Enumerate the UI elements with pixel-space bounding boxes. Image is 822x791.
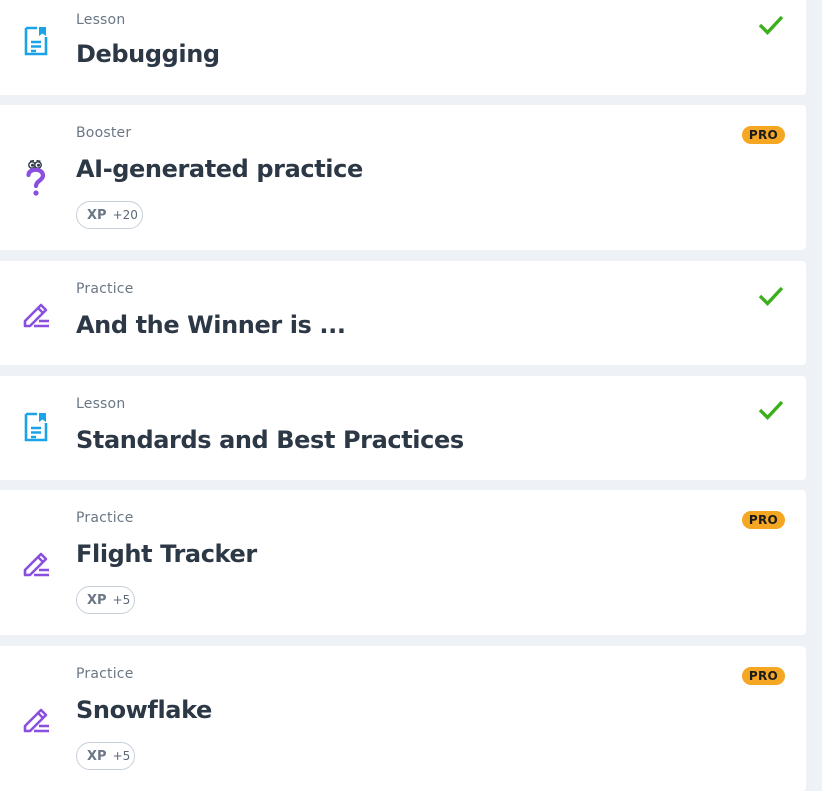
lesson-card-debugging[interactable]: Lesson Debugging [0,0,806,95]
lesson-doc-icon [20,410,52,444]
item-title[interactable]: AI-generated practice [76,155,363,183]
completed-check-icon [758,400,784,420]
xp-reward-pill: XP +20 [76,201,143,229]
item-type-label: Lesson [76,396,126,412]
pencil-icon [20,546,52,580]
item-type-label: Practice [76,666,134,682]
practice-card-snowflake[interactable]: Practice Snowflake XP +5 PRO [0,646,806,791]
xp-label: XP [87,592,107,608]
pencil-icon [20,297,52,331]
completed-check-icon [758,286,784,306]
item-type-label: Booster [76,125,132,141]
pro-badge: PRO [741,667,785,685]
item-title[interactable]: Debugging [76,40,220,68]
item-title[interactable]: Flight Tracker [76,540,257,568]
xp-label: XP [87,207,107,223]
item-title[interactable]: Standards and Best Practices [76,426,464,454]
item-title[interactable]: Snowflake [76,696,212,724]
xp-value: +5 [112,749,131,763]
xp-value: +5 [112,593,131,607]
pro-badge: PRO [741,126,785,144]
lesson-doc-icon [20,24,52,58]
xp-reward-pill: XP +5 [76,742,135,770]
xp-label: XP [87,748,107,764]
completed-check-icon [758,15,784,35]
item-type-label: Practice [76,281,134,297]
booster-card-ai-generated-practice[interactable]: Booster AI-generated practice XP +20 PRO [0,105,806,250]
xp-value: +20 [112,208,138,222]
item-type-label: Practice [76,510,134,526]
practice-card-flight-tracker[interactable]: Practice Flight Tracker XP +5 PRO [0,490,806,635]
question-mark-icon [20,159,52,196]
practice-card-and-the-winner-is[interactable]: Practice And the Winner is ... [0,261,806,365]
xp-reward-pill: XP +5 [76,586,135,614]
pro-badge: PRO [741,511,785,529]
item-title[interactable]: And the Winner is ... [76,311,346,339]
lesson-card-standards-and-best-practices[interactable]: Lesson Standards and Best Practices [0,376,806,480]
item-type-label: Lesson [76,12,126,28]
pencil-icon [20,702,52,736]
